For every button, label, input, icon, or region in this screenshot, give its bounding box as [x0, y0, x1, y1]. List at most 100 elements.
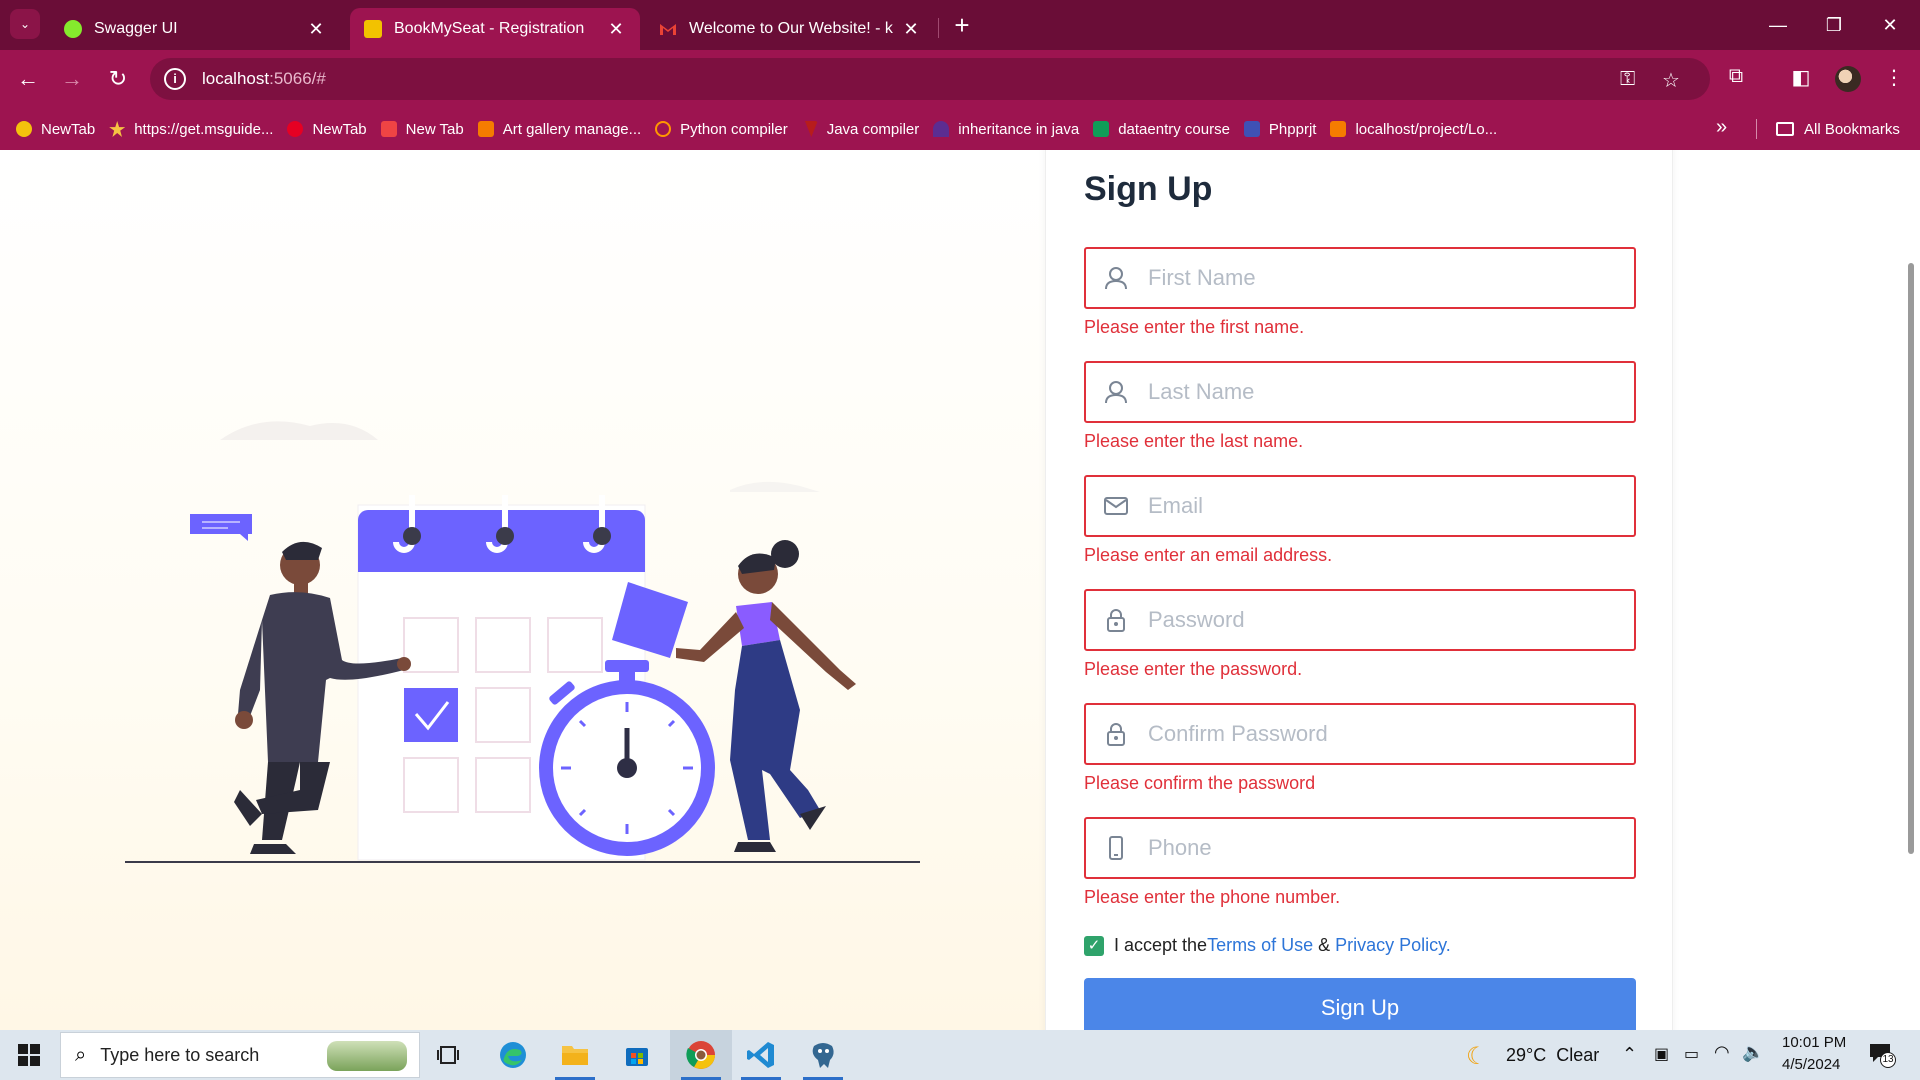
tab-bookmyseat-registration[interactable]: BookMySeat - Registration ✕	[350, 8, 640, 50]
extensions-icon[interactable]: ⧉	[1722, 65, 1750, 93]
bookmark-item[interactable]: https://get.msguide...	[109, 121, 273, 138]
tab-search-button[interactable]: ⌄	[10, 9, 40, 39]
phone-input[interactable]	[1148, 835, 1608, 861]
user-icon	[1102, 378, 1130, 406]
phone-field[interactable]	[1084, 817, 1636, 879]
bookmyseat-favicon-icon	[364, 20, 382, 38]
bookmark-item[interactable]: dataentry course	[1093, 121, 1230, 138]
notification-count-badge: 13	[1880, 1052, 1896, 1068]
clock-time[interactable]: 10:01 PM	[1782, 1034, 1846, 1051]
tab-separator	[938, 18, 939, 38]
more-bookmarks-chevron-icon[interactable]: »	[1716, 116, 1727, 139]
blogger-favicon-icon	[477, 121, 494, 137]
mail-icon	[1102, 492, 1130, 520]
first-name-error: Please enter the first name.	[1084, 317, 1305, 337]
bookmarks-bar: NewTab https://get.msguide... NewTab New…	[0, 108, 1920, 150]
email-field[interactable]	[1084, 475, 1636, 537]
all-bookmarks-label: All Bookmarks	[1804, 120, 1900, 138]
search-highlight-image	[327, 1041, 407, 1071]
bookmark-item[interactable]: Python compiler	[655, 121, 788, 138]
wifi-icon[interactable]: ◠	[1714, 1042, 1730, 1063]
meet-now-icon[interactable]: ▣	[1654, 1044, 1669, 1064]
calendar-scheduling-illustration	[125, 421, 920, 863]
privacy-policy-link[interactable]: Privacy Policy.	[1335, 935, 1451, 956]
volume-icon[interactable]: 🔈	[1742, 1042, 1764, 1063]
battery-icon[interactable]: ▭	[1684, 1044, 1699, 1064]
bookmark-star-icon[interactable]: ☆	[1662, 68, 1680, 93]
postgresql-icon[interactable]	[806, 1038, 840, 1072]
first-name-input[interactable]	[1148, 265, 1608, 291]
page-viewport: Sign Up Please enter the first name. Ple…	[0, 150, 1920, 1030]
signup-submit-button[interactable]: Sign Up	[1084, 978, 1636, 1030]
minimize-button[interactable]: —	[1758, 10, 1798, 40]
close-window-button[interactable]: ✕	[1870, 10, 1910, 40]
password-input[interactable]	[1148, 607, 1608, 633]
close-tab-icon[interactable]: ✕	[306, 19, 326, 40]
tab-title: BookMySeat - Registration	[394, 20, 585, 37]
bookmark-label: New Tab	[405, 120, 464, 138]
windows-taskbar: ⌕ Type here to search ☾ 29°C Clear ⌃ ▣ ▭…	[0, 1030, 1920, 1080]
confirm-password-field[interactable]	[1084, 703, 1636, 765]
bookmark-label: inheritance in java	[958, 120, 1080, 138]
terms-checkbox[interactable]: ✓	[1084, 935, 1104, 956]
bookmark-favicon-icon	[16, 121, 32, 137]
show-hidden-icons-chevron-icon[interactable]: ⌃	[1622, 1044, 1637, 1065]
all-bookmarks-button[interactable]: All Bookmarks	[1776, 108, 1900, 150]
bookmark-item[interactable]: New Tab	[380, 120, 464, 138]
reload-button[interactable]: ↻	[104, 65, 132, 93]
file-explorer-icon[interactable]	[558, 1038, 592, 1072]
address-bar[interactable]: i localhost:5066/# ⚿ ☆	[150, 58, 1710, 100]
folder-icon	[1776, 122, 1794, 136]
task-view-icon[interactable]	[432, 1038, 466, 1072]
bookmark-item[interactable]: inheritance in java	[933, 121, 1079, 138]
tab-welcome-website[interactable]: Welcome to Our Website! - kon ✕	[645, 8, 935, 50]
password-key-icon[interactable]: ⚿	[1620, 68, 1635, 91]
profile-avatar[interactable]	[1835, 66, 1861, 92]
email-input[interactable]	[1148, 493, 1608, 519]
menu-kebab-icon[interactable]: ⋮	[1880, 65, 1908, 93]
bookmark-label: Phpprjt	[1268, 120, 1317, 138]
site-info-icon[interactable]: i	[164, 68, 186, 90]
notifications-button[interactable]: 13	[1868, 1042, 1896, 1068]
page-scrollbar-thumb[interactable]	[1908, 263, 1914, 854]
python-compiler-favicon-icon	[655, 121, 672, 137]
side-panel-icon[interactable]: ◧	[1787, 65, 1815, 93]
edge-browser-icon[interactable]	[496, 1038, 530, 1072]
taskbar-search-box[interactable]: ⌕ Type here to search	[60, 1032, 420, 1078]
microsoft-store-icon[interactable]	[620, 1038, 654, 1072]
password-field[interactable]	[1084, 589, 1636, 651]
first-name-field[interactable]	[1084, 247, 1636, 309]
vscode-icon[interactable]	[744, 1038, 778, 1072]
confirm-password-error: Please confirm the password	[1084, 773, 1316, 793]
windows-start-icon[interactable]	[18, 1044, 40, 1066]
bookmark-item[interactable]: localhost/project/Lo...	[1330, 121, 1497, 138]
bookmark-item[interactable]: Java compiler	[802, 121, 919, 138]
url-text[interactable]: localhost:5066/#	[202, 69, 326, 89]
close-tab-icon[interactable]: ✕	[606, 19, 626, 40]
clock-date[interactable]: 4/5/2024	[1782, 1056, 1840, 1073]
chrome-browser-icon[interactable]	[684, 1038, 718, 1072]
bookmark-item[interactable]: Phpprjt	[1243, 120, 1317, 138]
close-tab-icon[interactable]: ✕	[901, 19, 921, 40]
back-button[interactable]: ←	[14, 65, 42, 93]
bookmark-item[interactable]: NewTab	[287, 121, 367, 138]
new-tab-button[interactable]: +	[948, 12, 976, 40]
signup-heading: Sign Up	[1084, 170, 1213, 208]
weather-text[interactable]: 29°C Clear	[1506, 1045, 1599, 1066]
last-name-field[interactable]	[1084, 361, 1636, 423]
forward-button[interactable]: →	[58, 65, 86, 93]
phone-error: Please enter the phone number.	[1084, 887, 1341, 907]
moon-weather-icon: ☾	[1466, 1043, 1488, 1070]
taskbar-search-placeholder: Type here to search	[100, 1044, 260, 1065]
tab-title: Welcome to Our Website! - kon	[689, 20, 893, 37]
bookmark-item[interactable]: Art gallery manage...	[477, 121, 641, 138]
terms-of-use-link[interactable]: Terms of Use	[1207, 935, 1313, 956]
bookmark-favicon-icon	[1093, 121, 1110, 137]
confirm-password-input[interactable]	[1148, 721, 1608, 747]
last-name-input[interactable]	[1148, 379, 1608, 405]
restore-button[interactable]: ❐	[1814, 10, 1854, 40]
email-error: Please enter an email address.	[1084, 545, 1333, 565]
tab-swagger-ui[interactable]: Swagger UI ✕	[50, 8, 340, 50]
password-error: Please enter the password.	[1084, 659, 1303, 679]
bookmark-item[interactable]: NewTab	[16, 121, 95, 138]
